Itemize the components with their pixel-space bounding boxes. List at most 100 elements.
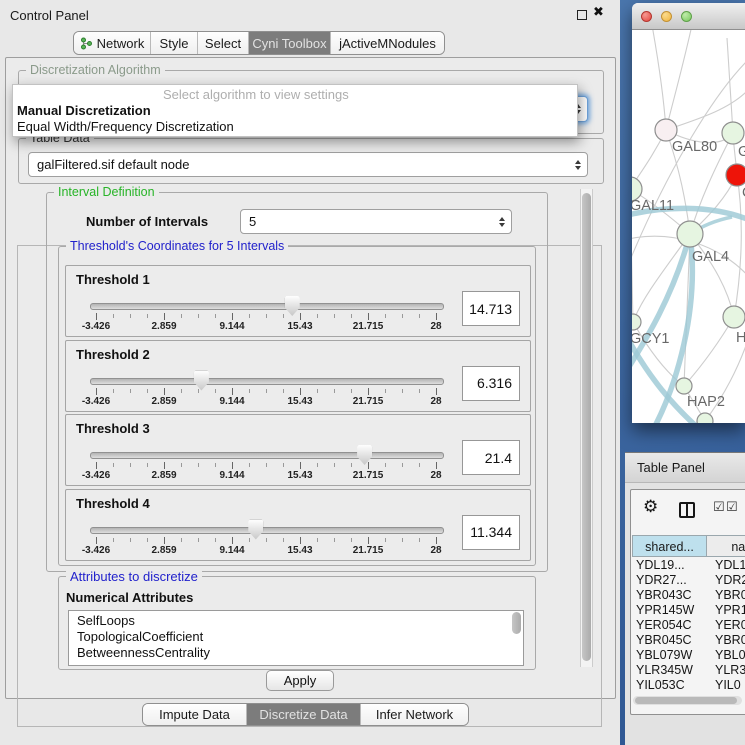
network-node[interactable]	[676, 378, 692, 394]
apply-button[interactable]: Apply	[266, 670, 334, 691]
slider-thumb[interactable]	[357, 445, 372, 465]
slider-track[interactable]	[90, 303, 444, 310]
table-row[interactable]: YPR145WYPR1	[632, 603, 745, 618]
slider-tick	[266, 463, 267, 467]
threshold-value[interactable]: 21.4	[462, 440, 520, 475]
slider-thumb[interactable]	[194, 371, 209, 391]
table-row[interactable]: YBR045CYBR0	[632, 633, 745, 648]
tab-cyni-toolbox[interactable]: Cyni Toolbox	[249, 32, 331, 54]
panel-scrollbar-thumb[interactable]	[582, 193, 591, 661]
network-node[interactable]	[726, 164, 745, 186]
slider-thumb[interactable]	[248, 520, 263, 540]
cell-shared-name: YBL079W	[636, 648, 692, 663]
slider-tick-label: 21.715	[346, 545, 390, 556]
split-columns-icon[interactable]	[679, 502, 695, 518]
slider-tick	[283, 314, 284, 318]
number-of-intervals-combobox[interactable]: 5	[240, 209, 512, 234]
slider-tick-label: 15.43	[278, 396, 322, 407]
table-row[interactable]: YBL079W YBL0	[632, 648, 745, 663]
cell-name: YBL0	[715, 648, 745, 663]
network-node[interactable]	[632, 314, 641, 330]
bottom-tab-bar: Impute DataDiscretize DataInfer Network	[142, 703, 469, 726]
threshold-value[interactable]: 14.713	[462, 291, 520, 326]
attribute-item[interactable]: TopologicalCoefficient	[69, 629, 523, 645]
slider-tick	[334, 314, 335, 318]
minimize-traffic-light-icon[interactable]	[661, 11, 672, 22]
network-node[interactable]	[655, 119, 677, 141]
slider-tick-label: 9.144	[210, 396, 254, 407]
attribute-item[interactable]: SelfLoops	[69, 613, 523, 629]
node-label: GAL80	[672, 139, 717, 155]
slider-tick-label: 28	[414, 470, 458, 481]
slider-tick	[402, 463, 403, 467]
dropdown-item-manual-discretization[interactable]: Manual Discretization	[13, 103, 577, 119]
tab-network[interactable]: Network	[74, 32, 151, 54]
checkbox-icon[interactable]: ☑	[726, 499, 738, 515]
tab-style[interactable]: Style	[151, 32, 198, 54]
cell-shared-name: YPR145W	[636, 603, 694, 618]
slider-tick	[249, 463, 250, 467]
dropdown-item-equal-width-frequency[interactable]: Equal Width/Frequency Discretization	[13, 119, 577, 135]
network-node[interactable]	[697, 413, 713, 423]
slider-tick	[249, 538, 250, 542]
network-window-titlebar[interactable]	[632, 3, 745, 30]
float-window-icon[interactable]	[577, 10, 587, 20]
slider-tick	[351, 463, 352, 467]
attributes-list-scrollbar[interactable]	[512, 612, 521, 634]
slider-track[interactable]	[90, 527, 444, 534]
slider-track[interactable]	[90, 378, 444, 385]
gear-icon[interactable]: ⚙	[643, 498, 658, 515]
threshold-value[interactable]: 11.344	[462, 515, 520, 550]
tab-jactivemnodules[interactable]: jActiveMNodules	[331, 32, 444, 54]
column-header-shared-name[interactable]: shared...	[632, 535, 707, 557]
table-data-combobox[interactable]: galFiltered.sif default node	[28, 152, 588, 177]
slider-tick	[317, 314, 318, 318]
checkbox-icon[interactable]: ☑	[713, 499, 725, 515]
tab-infer-network[interactable]: Infer Network	[361, 704, 468, 725]
slider-tick	[96, 313, 97, 320]
slider-tick	[368, 313, 369, 320]
numerical-attributes-label: Numerical Attributes	[66, 590, 193, 605]
slider-tick-label: 2.859	[142, 545, 186, 556]
network-node[interactable]	[722, 122, 744, 144]
tab-impute-data[interactable]: Impute Data	[143, 704, 247, 725]
slider-tick	[283, 389, 284, 393]
network-canvas[interactable]: GAL80GACGAL11GAL4GCY1HHAP2	[632, 30, 745, 423]
slider-tick	[113, 314, 114, 318]
network-node[interactable]	[723, 306, 745, 328]
network-edge	[684, 317, 734, 386]
table-row[interactable]: YDL19...YDL1	[632, 558, 745, 573]
cell-name: YLR3	[715, 663, 745, 678]
column-header-name[interactable]: name	[706, 535, 745, 557]
slider-tick	[113, 538, 114, 542]
dropdown-placeholder-item[interactable]: Select algorithm to view settings	[13, 87, 577, 103]
slider-tick	[351, 314, 352, 318]
close-traffic-light-icon[interactable]	[641, 11, 652, 22]
table-row[interactable]: YDR27...YDR2	[632, 573, 745, 588]
tab-label: Network	[97, 36, 145, 51]
thresholds-group-title: Threshold's Coordinates for 5 Intervals	[66, 239, 288, 254]
slider-tick	[300, 388, 301, 395]
table-row[interactable]: YLR345WYLR3	[632, 663, 745, 678]
slider-tick-label: 9.144	[210, 321, 254, 332]
slider-tick	[147, 538, 148, 542]
cell-shared-name: YBR045C	[636, 633, 692, 648]
close-icon[interactable]: ✖	[593, 4, 604, 20]
tab-select[interactable]: Select	[198, 32, 249, 54]
slider-tick	[164, 388, 165, 395]
slider-track[interactable]	[90, 452, 444, 459]
table-row[interactable]: YER054CYER0	[632, 618, 745, 633]
slider-tick	[198, 463, 199, 467]
table-hscrollbar-thumb[interactable]	[635, 697, 737, 704]
table-hscrollbar[interactable]	[633, 696, 742, 705]
zoom-traffic-light-icon[interactable]	[681, 11, 692, 22]
threshold-label: Threshold 4	[76, 496, 150, 511]
network-node[interactable]	[677, 221, 703, 247]
threshold-value[interactable]: 6.316	[462, 366, 520, 401]
tab-discretize-data[interactable]: Discretize Data	[247, 704, 361, 725]
attribute-item[interactable]: BetweennessCentrality	[69, 645, 523, 661]
table-row[interactable]: YIL053CYIL0	[632, 678, 745, 693]
slider-thumb[interactable]	[285, 296, 300, 316]
slider-tick	[215, 463, 216, 467]
table-row[interactable]: YBR043CYBR0	[632, 588, 745, 603]
